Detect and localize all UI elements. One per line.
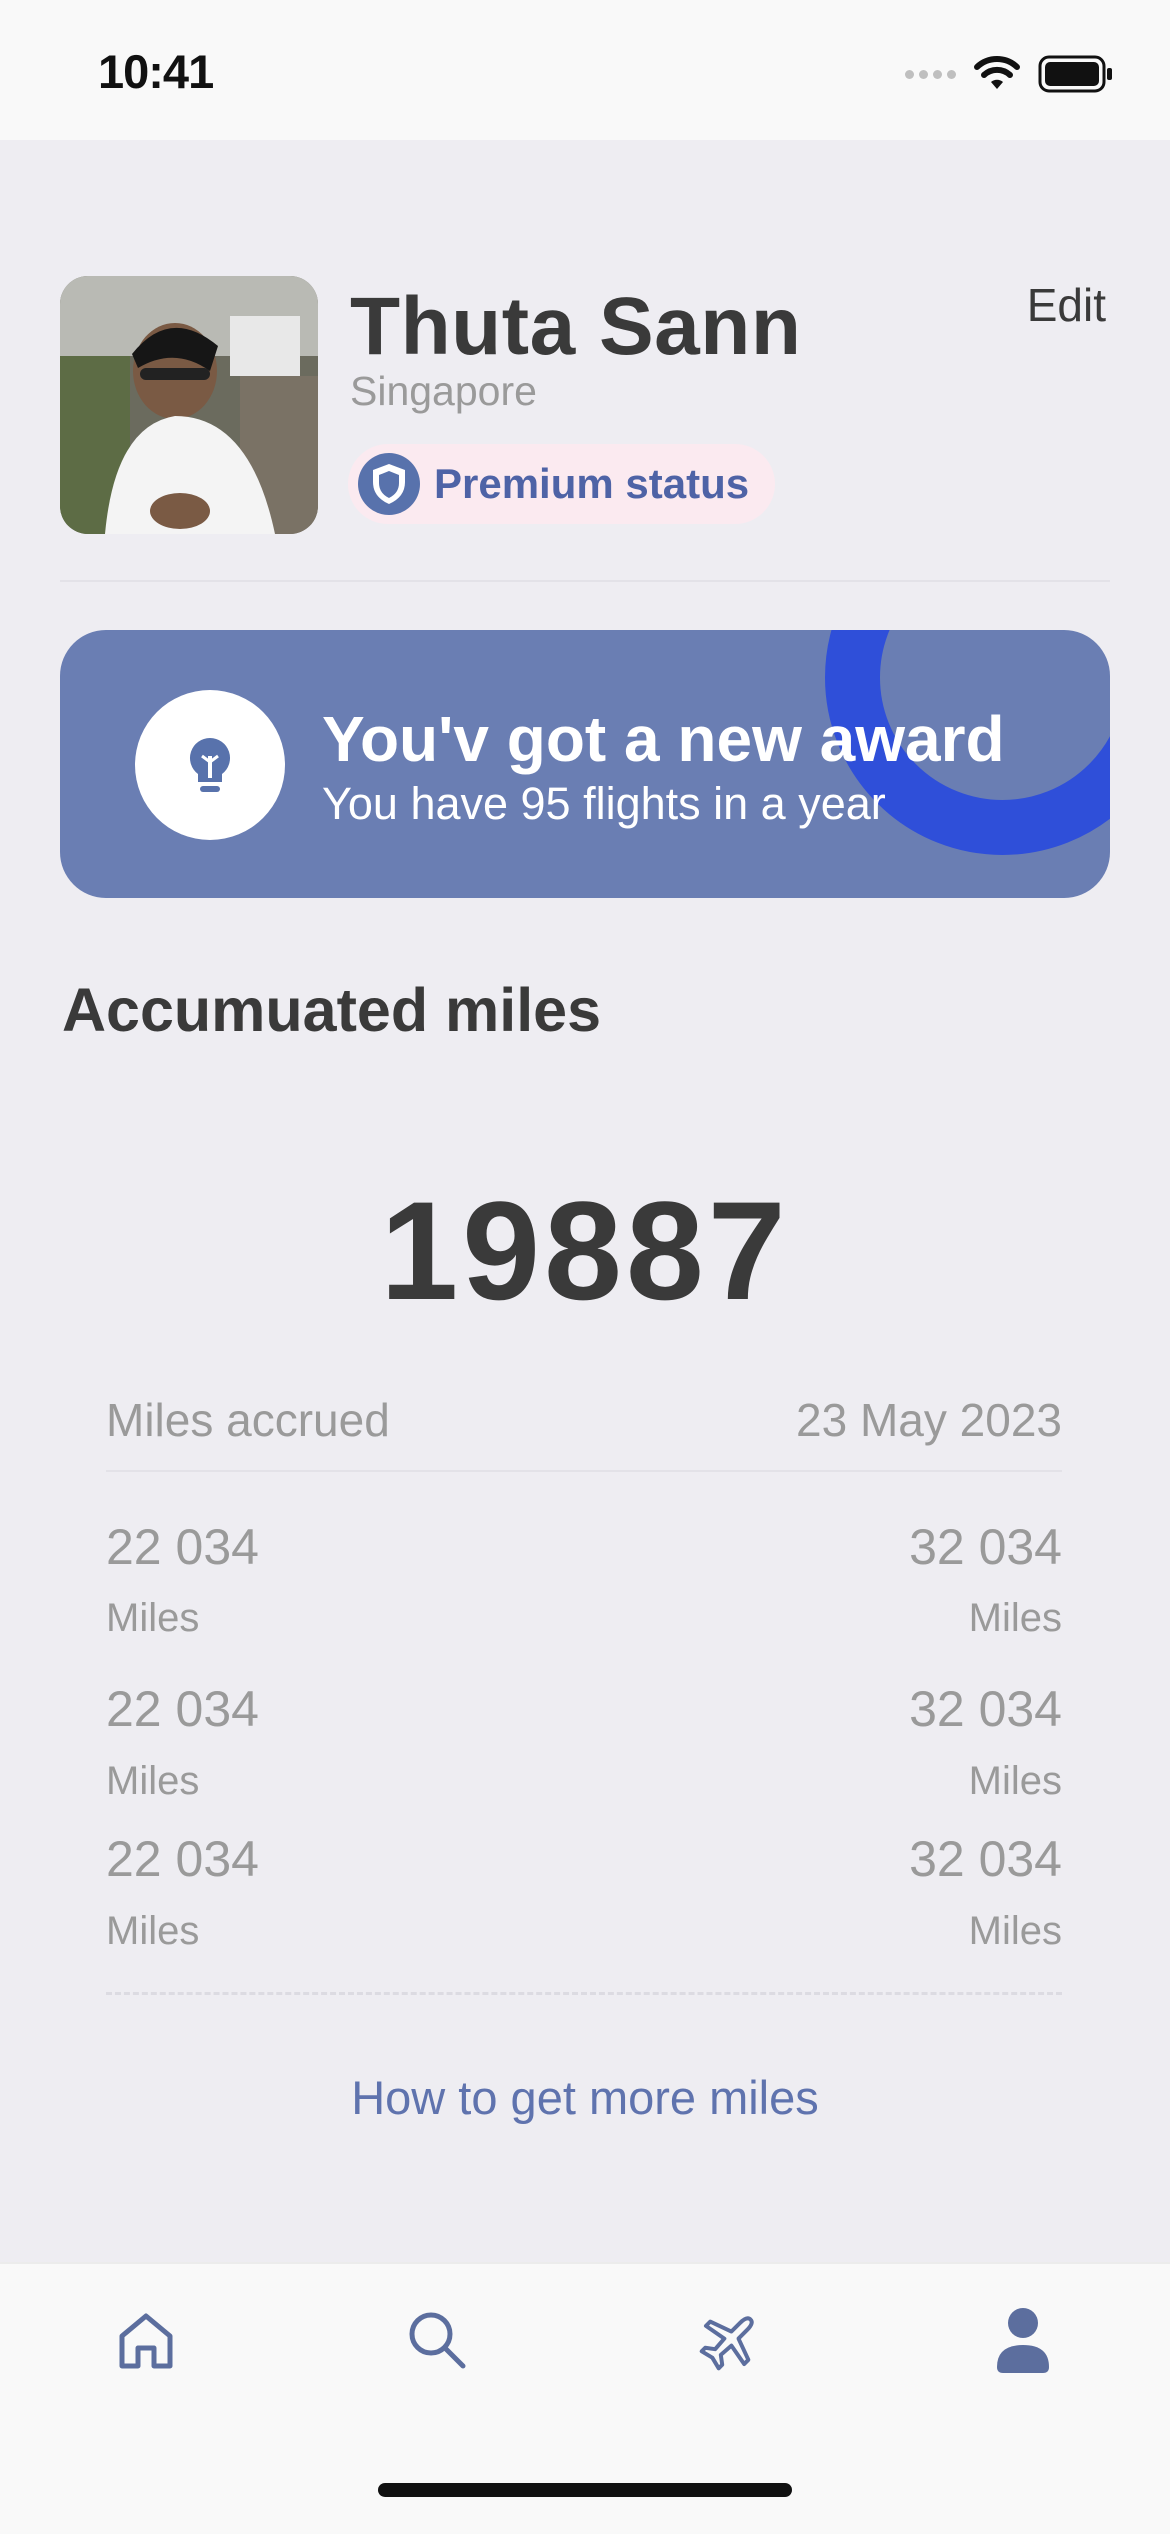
divider xyxy=(60,580,1110,582)
status-time: 10:41 xyxy=(98,45,214,98)
shield-icon xyxy=(358,453,420,515)
award-card[interactable]: You'v got a new award You have 95 flight… xyxy=(60,630,1110,898)
row-left-unit: Miles xyxy=(106,1596,200,1640)
profile-icon xyxy=(997,2308,1049,2373)
avatar[interactable] xyxy=(60,276,318,534)
row-left-value: 22 034 xyxy=(106,1519,259,1575)
row-left-unit: Miles xyxy=(106,1909,200,1953)
tab-search[interactable] xyxy=(397,2300,477,2380)
tab-home[interactable] xyxy=(106,2300,186,2380)
dashed-divider xyxy=(106,1992,1062,1995)
section-title: Accumuated miles xyxy=(62,976,602,1044)
row-right-unit: Miles xyxy=(968,1596,1062,1640)
row-right-unit: Miles xyxy=(968,1909,1062,1953)
more-miles-link[interactable]: How to get more miles xyxy=(0,2070,1170,2125)
status-bar: 10:41 xyxy=(0,0,1170,140)
status-badge: Premium status xyxy=(348,444,776,524)
lightbulb-icon xyxy=(135,690,285,840)
miles-header-label: Miles accrued xyxy=(106,1394,390,1446)
cellular-signal-icon xyxy=(905,69,956,79)
row-left-unit: Miles xyxy=(106,1759,200,1803)
tab-profile[interactable] xyxy=(983,2300,1063,2380)
row-right-unit: Miles xyxy=(968,1759,1062,1803)
home-indicator xyxy=(378,2483,792,2497)
award-title: You'v got a new award xyxy=(322,703,1005,775)
home-icon xyxy=(119,2313,173,2369)
award-subtitle: You have 95 flights in a year xyxy=(322,778,886,829)
row-left-value: 22 034 xyxy=(106,1681,259,1737)
total-miles: 19887 xyxy=(380,1172,790,1329)
tab-flights[interactable] xyxy=(690,2300,770,2380)
row-right-value: 32 034 xyxy=(909,1831,1062,1887)
profile-location: Singapore xyxy=(350,368,537,414)
row-right-value: 32 034 xyxy=(909,1681,1062,1737)
row-right-value: 32 034 xyxy=(909,1519,1062,1575)
wifi-icon xyxy=(974,56,1020,89)
airplane-icon xyxy=(699,2316,754,2371)
row-left-value: 22 034 xyxy=(106,1831,259,1887)
search-icon xyxy=(409,2312,466,2369)
miles-header-date: 23 May 2023 xyxy=(796,1394,1062,1446)
divider xyxy=(106,1470,1062,1472)
edit-button[interactable]: Edit xyxy=(1027,278,1106,332)
status-badge-label: Premium status xyxy=(434,460,750,507)
status-icons xyxy=(905,50,1114,98)
battery-icon xyxy=(1038,55,1112,93)
profile-name: Thuta Sann xyxy=(350,281,802,372)
